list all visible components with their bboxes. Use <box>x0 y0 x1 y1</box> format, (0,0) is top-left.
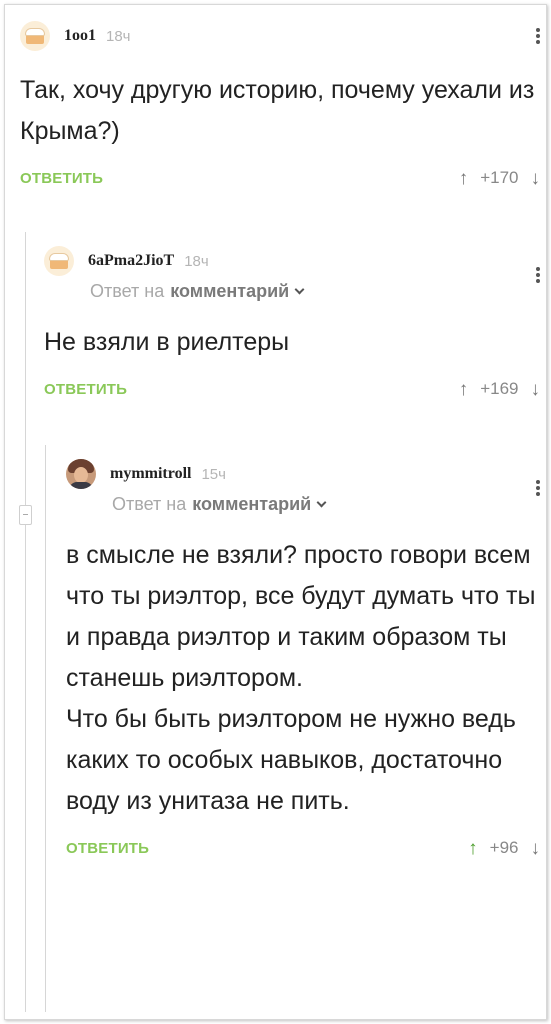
upvote-icon[interactable]: ↑ <box>459 380 469 399</box>
downvote-icon[interactable]: ↓ <box>531 839 541 858</box>
comment-header: 1oo1 18ч <box>20 20 540 52</box>
vote-controls: ↑ +170 ↓ <box>459 168 540 188</box>
username[interactable]: 1oo1 <box>64 27 96 45</box>
reply-button[interactable]: ОТВЕТИТЬ <box>44 381 127 398</box>
avatar[interactable] <box>20 21 50 51</box>
avatar[interactable] <box>44 246 74 276</box>
timestamp: 15ч <box>201 465 226 483</box>
chevron-down-icon[interactable] <box>316 497 327 507</box>
thread-line-level-1 <box>25 232 26 1012</box>
reply-to-line: Ответ на комментарий <box>112 494 540 515</box>
comment-actions: ОТВЕТИТЬ ↑ +169 ↓ <box>44 375 540 403</box>
comment-header: mymmitroll 15ч <box>66 458 540 496</box>
reply-button[interactable]: ОТВЕТИТЬ <box>20 170 103 187</box>
vote-controls: ↑ +169 ↓ <box>459 379 540 399</box>
reply-button[interactable]: ОТВЕТИТЬ <box>66 840 149 857</box>
comment-actions: ОТВЕТИТЬ ↑ +96 ↓ <box>66 834 540 862</box>
reply-to-prefix: Ответ на <box>90 281 165 301</box>
reply-to-comment-link[interactable]: комментарий <box>192 494 311 515</box>
comment-header: 6aPma2JioT 18ч <box>44 245 540 283</box>
face-icon <box>74 467 88 483</box>
reply-to-comment-link[interactable]: комментарий <box>170 281 289 302</box>
vote-score: +169 <box>480 379 519 398</box>
more-options-icon[interactable] <box>536 28 540 44</box>
comment-text: Так, хочу другую историю, почему уехали … <box>20 76 535 145</box>
downvote-icon[interactable]: ↓ <box>531 380 541 399</box>
comment-text: Не взяли в риелтеры <box>44 328 290 356</box>
comment-actions: ОТВЕТИТЬ ↑ +170 ↓ <box>20 164 540 192</box>
chevron-down-icon[interactable] <box>294 284 305 294</box>
comment-text: в смысле не взяли? просто говори всем чт… <box>66 541 536 815</box>
avatar[interactable] <box>66 459 96 489</box>
comment-3: mymmitroll 15ч Ответ на комментарий в см… <box>66 458 540 862</box>
comment-1: 1oo1 18ч Так, хочу другую историю, почем… <box>20 20 540 192</box>
username[interactable]: mymmitroll <box>110 465 191 483</box>
upvote-icon[interactable]: ↑ <box>459 169 469 188</box>
vote-score: +170 <box>480 168 519 187</box>
timestamp: 18ч <box>106 27 131 45</box>
upvote-icon[interactable]: ↑ <box>468 839 478 858</box>
more-options-icon[interactable] <box>536 267 540 283</box>
comment-2: 6aPma2JioT 18ч Ответ на комментарий Не в… <box>44 245 540 403</box>
collapse-thread-button[interactable] <box>19 505 32 525</box>
reply-to-line: Ответ на комментарий <box>90 281 540 302</box>
reply-to-prefix: Ответ на <box>112 494 187 514</box>
vote-score: +96 <box>489 838 519 857</box>
downvote-icon[interactable]: ↓ <box>531 169 541 188</box>
username[interactable]: 6aPma2JioT <box>88 252 174 270</box>
more-options-icon[interactable] <box>536 480 540 496</box>
thread-line-level-2 <box>45 445 46 1012</box>
vote-controls: ↑ +96 ↓ <box>468 838 540 858</box>
timestamp: 18ч <box>184 252 209 270</box>
